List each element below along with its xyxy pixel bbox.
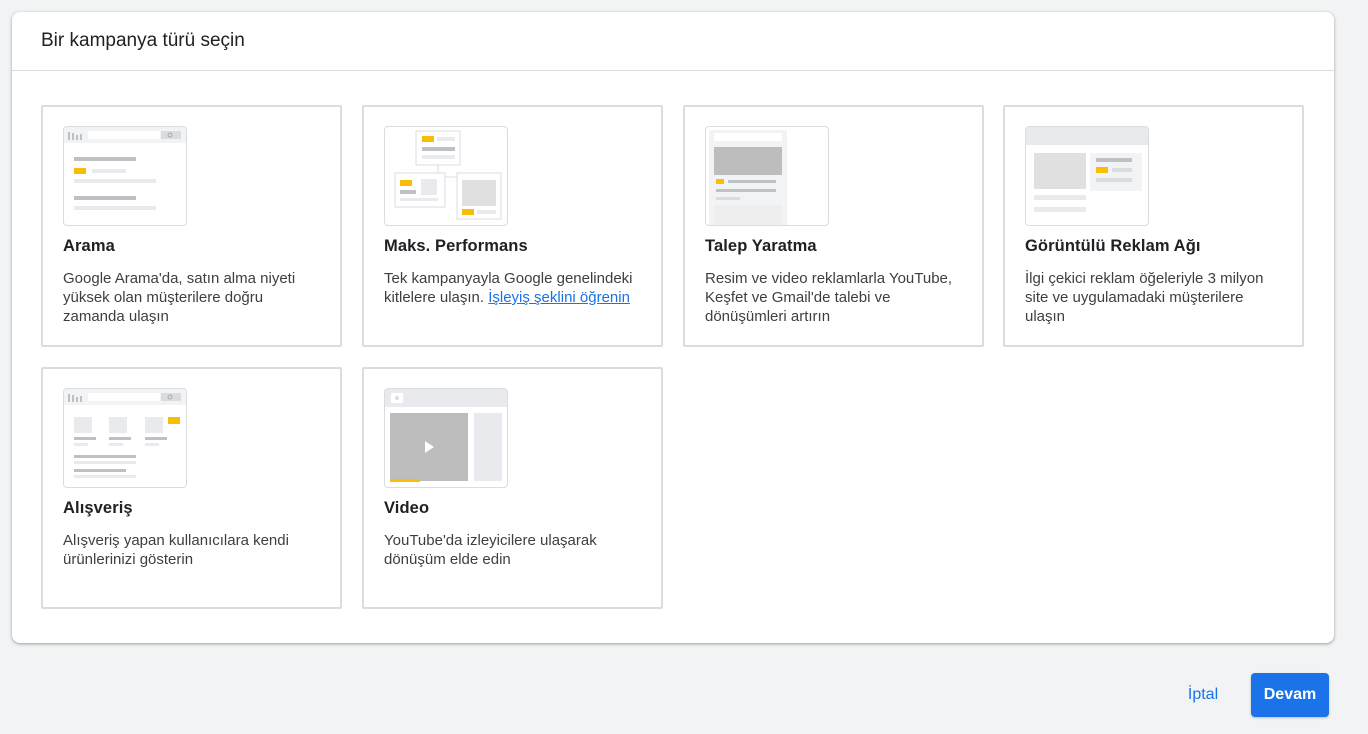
video-illustration-icon bbox=[384, 388, 508, 488]
campaign-card-description: İlgi çekici reklam öğeleriyle 3 milyon s… bbox=[1025, 270, 1264, 325]
campaign-card-video[interactable]: Video YouTube'da izleyicilere ulaşarak d… bbox=[362, 367, 663, 609]
campaign-card-shopping[interactable]: Alışveriş Alışveriş yapan kullanıcılara … bbox=[41, 367, 342, 609]
dialog-title: Bir kampanya türü seçin bbox=[41, 30, 245, 51]
campaign-card-description: Google Arama'da, satın alma niyeti yükse… bbox=[63, 270, 296, 325]
performance-max-illustration-icon bbox=[384, 126, 508, 226]
search-campaign-illustration-icon bbox=[63, 126, 187, 226]
campaign-card-display-network[interactable]: Görüntülü Reklam Ağı İlgi çekici reklam … bbox=[1003, 105, 1304, 347]
dialog-header: Bir kampanya türü seçin bbox=[12, 12, 1334, 71]
campaign-card-description: Resim ve video reklamlarla YouTube, Keşf… bbox=[705, 270, 953, 325]
demand-gen-illustration-icon bbox=[705, 126, 829, 226]
campaign-card-search[interactable]: Arama Google Arama'da, satın alma niyeti… bbox=[41, 105, 342, 347]
campaign-card-performance-max[interactable]: Maks. Performans Tek kampanyayla Google … bbox=[362, 105, 663, 347]
campaign-card-demand-gen[interactable]: Talep Yaratma Resim ve video reklamlarla… bbox=[683, 105, 984, 347]
learn-how-it-works-link[interactable]: İşleyiş şeklini öğrenin bbox=[488, 289, 630, 306]
campaign-card-description: Tek kampanyayla Google genelindeki kitle… bbox=[384, 269, 644, 307]
campaign-card-title: Maks. Performans bbox=[384, 237, 528, 255]
campaign-card-title: Talep Yaratma bbox=[705, 237, 817, 255]
shopping-illustration-icon bbox=[63, 388, 187, 488]
cancel-button[interactable]: İptal bbox=[1170, 675, 1236, 715]
campaign-card-title: Görüntülü Reklam Ağı bbox=[1025, 237, 1201, 255]
campaign-card-title: Video bbox=[384, 499, 430, 517]
campaign-type-dialog: Bir kampanya türü seçin Arama Google Ara… bbox=[12, 12, 1334, 643]
campaign-card-description: YouTube'da izleyicilere ulaşarak dönüşüm… bbox=[384, 532, 597, 568]
campaign-card-title: Arama bbox=[63, 237, 115, 255]
continue-button[interactable]: Devam bbox=[1251, 673, 1329, 717]
display-network-illustration-icon bbox=[1025, 126, 1149, 226]
campaign-card-description: Alışveriş yapan kullanıcılara kendi ürün… bbox=[63, 532, 289, 568]
campaign-card-title: Alışveriş bbox=[63, 499, 133, 517]
